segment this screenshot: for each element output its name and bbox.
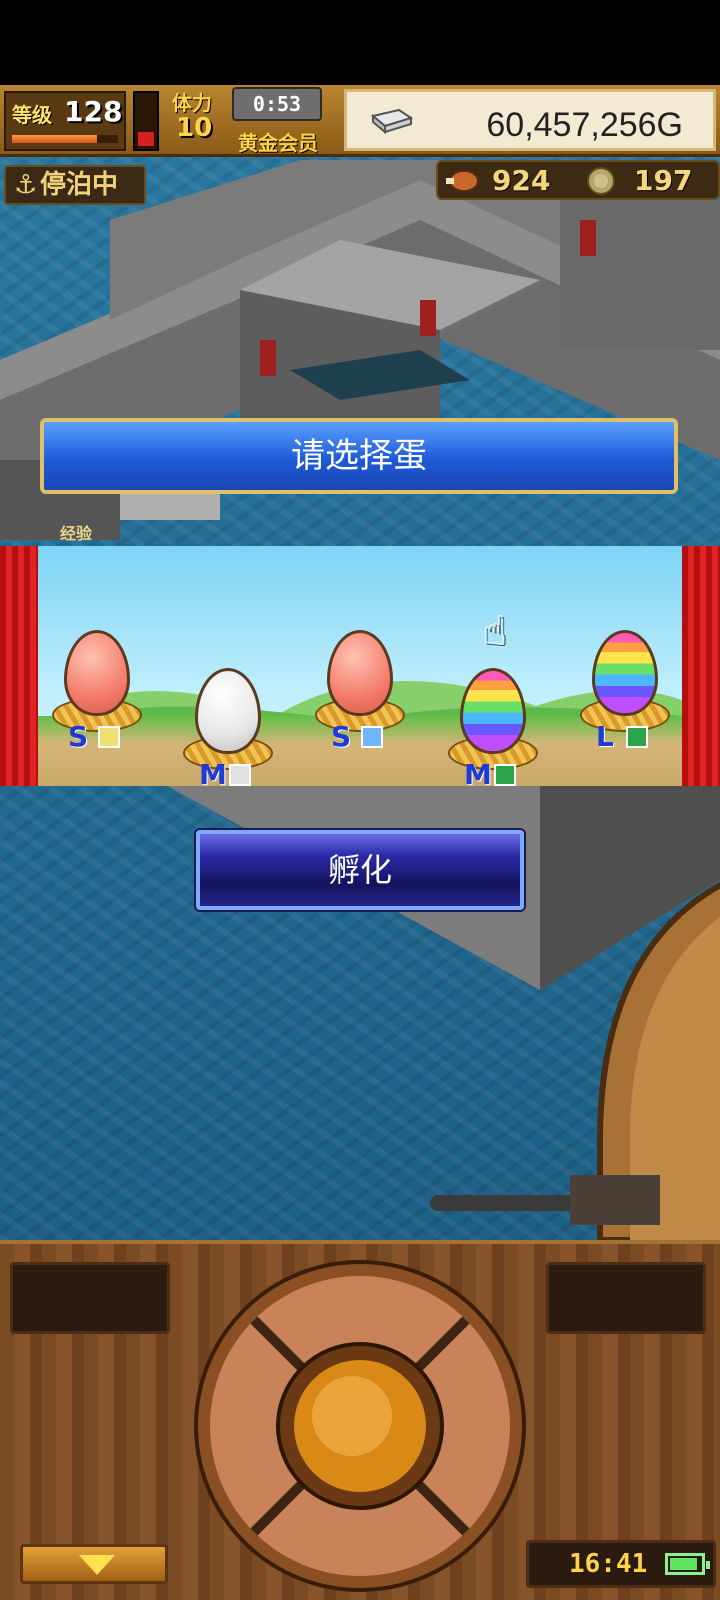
anchor-status-label: 停泊中 [40,170,119,200]
stamina-value: 10 [176,113,213,143]
egg-element-badge [494,764,516,786]
level-label: 等级 [12,103,52,127]
game-screen: 等级 128 体力 10 0:53 黄金会员 60,457,256G ⚓停泊中 [0,0,720,1600]
egg-shell [64,630,130,716]
egg-size-label: M [464,758,492,786]
level-progress-fill [12,135,97,143]
egg-shell [592,630,658,716]
egg-element-badge [361,726,383,748]
gold-amount: 60,457,256G [486,106,683,144]
egg-size-label: S [68,720,89,753]
egg-selection-stage: S M S M L [0,546,720,786]
menu-toggle-button[interactable] [20,1544,168,1584]
egg-size-label: L [596,720,614,753]
egg-element-badge [626,726,648,748]
egg-option[interactable]: L [580,630,670,753]
membership-label: 黄金会员 [238,131,318,155]
pointer-hand-icon: ☝ [482,608,507,654]
food-count: 924 [492,164,551,197]
coin-count: 197 [634,164,693,197]
stamina-label: 体力 [172,91,212,115]
food-icon [446,170,479,192]
curtain-left [0,546,38,786]
level-value: 128 [64,95,123,128]
anchor-icon: ⚓ [14,170,38,200]
select-egg-banner: 请选择蛋 [40,418,678,494]
battery-level [670,1558,697,1570]
fortress-upper [0,160,720,540]
curtain-right [682,546,720,786]
level-panel: 等级 128 [4,91,126,151]
egg-size-label: S [331,720,352,753]
coin-icon [587,167,615,195]
top-hud: 等级 128 体力 10 0:53 黄金会员 60,457,256G [0,85,720,157]
egg-option[interactable]: M [183,668,273,786]
control-panel: 16:41 [0,1240,720,1600]
egg-shell [195,668,261,754]
resource-panel: 924 197 [436,160,720,200]
hatch-button[interactable]: 孵化 [196,830,524,910]
clock-time: 16:41 [569,1549,648,1579]
right-slot[interactable] [546,1262,706,1334]
egg-option[interactable]: S [52,630,142,753]
egg-option-selected[interactable]: M [448,668,538,786]
left-slot[interactable] [10,1262,170,1334]
anchor-status[interactable]: ⚓ 停泊中 [4,165,146,205]
xp-label: 经验 [60,524,93,543]
level-progress-bar [12,135,118,143]
stamina-gauge-fill [138,132,154,146]
egg-element-badge [229,764,251,786]
arrow-down-icon [79,1555,115,1575]
directional-pad[interactable] [192,1258,528,1594]
egg-shell [327,630,393,716]
gold-panel[interactable]: 60,457,256G [344,89,716,151]
egg-shell [460,668,526,754]
egg-size-label: M [199,758,227,786]
gold-bar-icon [370,108,413,134]
stamina-gauge [133,91,159,151]
ship-cannon [430,1175,660,1225]
egg-element-badge [98,726,120,748]
stamina-timer: 0:53 [232,87,322,121]
clock-display: 16:41 [526,1540,716,1588]
egg-option[interactable]: S [315,630,405,753]
battery-icon [665,1553,710,1575]
